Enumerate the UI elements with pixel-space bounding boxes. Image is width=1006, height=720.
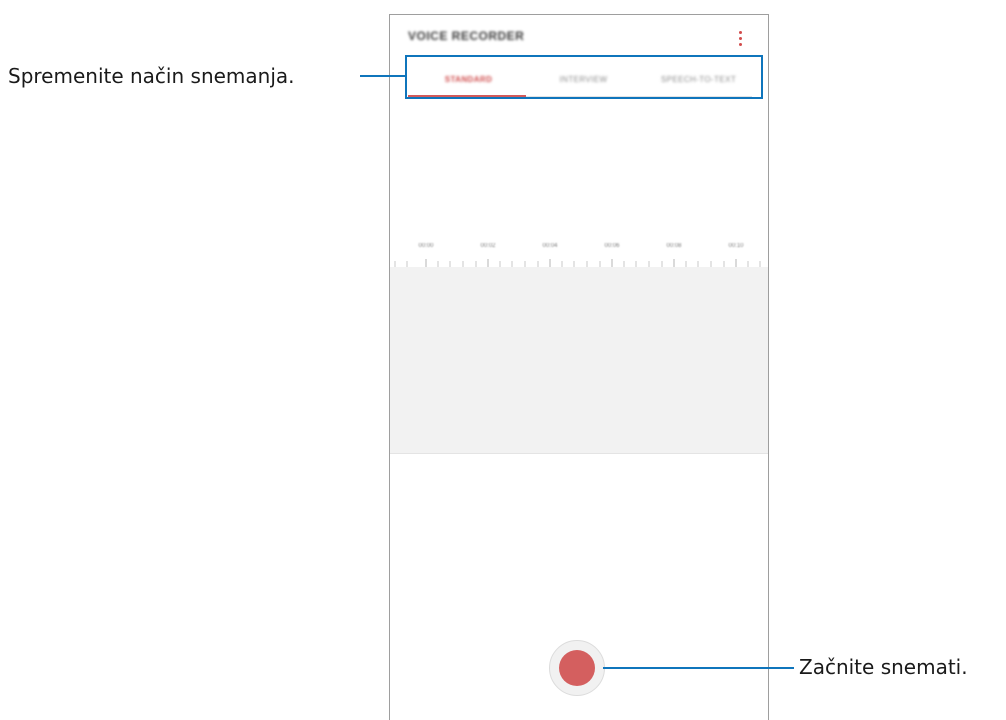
more-options-icon[interactable] xyxy=(738,29,744,47)
record-annotation: Začnite snemati. xyxy=(799,655,968,679)
tabs-callout-frame xyxy=(405,55,763,99)
record-icon xyxy=(559,650,595,686)
record-callout-line xyxy=(603,667,794,669)
time-label: 00:06 xyxy=(604,243,620,249)
record-button[interactable] xyxy=(549,640,605,696)
time-label: 00:04 xyxy=(542,243,558,249)
mode-annotation: Spremenite način snemanja. xyxy=(8,64,295,88)
app-title: VOICE RECORDER xyxy=(408,29,525,43)
time-label: 00:02 xyxy=(480,243,496,249)
mode-callout-line xyxy=(360,75,405,77)
waveform-area xyxy=(390,267,768,454)
phone-screen: VOICE RECORDER STANDARD INTERVIEW SPEECH… xyxy=(389,14,769,720)
time-label: 00:08 xyxy=(666,243,682,249)
time-label: 00:10 xyxy=(728,243,744,249)
time-label: 00:00 xyxy=(418,243,434,249)
timeline-ruler: 00:00 00:02 00:04 00:06 00:08 00:10 xyxy=(390,237,768,273)
